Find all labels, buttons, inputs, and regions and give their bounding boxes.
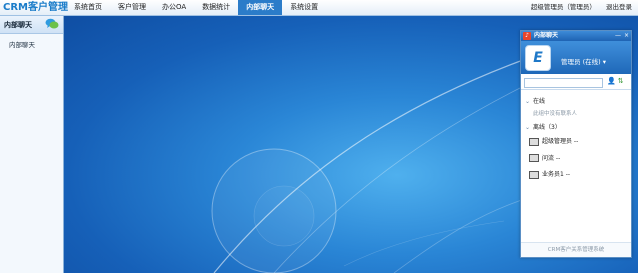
- nav-item-internal-chat[interactable]: 内部聊天: [238, 0, 283, 15]
- user-offline-icon: [529, 137, 539, 146]
- chat-window-title: 内部聊天: [534, 32, 559, 39]
- current-user-link[interactable]: 超级管理员（管理员）: [531, 3, 596, 11]
- chat-window: ♪ 内部聊天 — × E 管理员 (在线) ▾ 👤 ⇅ ⌄ 在线 此组中没有联系人 ⌄…: [520, 30, 632, 258]
- nav-item-customers[interactable]: 客户管理: [110, 0, 154, 15]
- nav-item-home[interactable]: 系统首页: [66, 0, 110, 15]
- chat-title-bar[interactable]: ♪ 内部聊天 — ×: [521, 31, 631, 41]
- close-icon[interactable]: ×: [624, 32, 629, 39]
- group-online-label: 在线: [533, 98, 546, 105]
- divider: [521, 89, 631, 90]
- add-contact-icon[interactable]: 👤: [607, 77, 616, 85]
- minimize-icon[interactable]: —: [615, 32, 621, 39]
- avatar[interactable]: E: [525, 45, 551, 71]
- nav-item-statistics[interactable]: 数据统计: [194, 0, 238, 15]
- chat-tools: 👤 ⇅: [605, 77, 624, 85]
- sidebar-header: 内部聊天: [0, 16, 63, 34]
- main-nav: 系统首页 客户管理 办公OA 数据统计 内部聊天 系统设置: [66, 0, 326, 15]
- chat-user-name-text: 管理员: [561, 58, 581, 66]
- member-name: 问流 --: [542, 154, 561, 162]
- sidebar: 内部聊天 内部聊天: [0, 16, 64, 273]
- sidebar-title: 内部聊天: [4, 21, 32, 29]
- chat-profile: E 管理员 (在线) ▾: [521, 41, 631, 74]
- list-item[interactable]: 问流 --: [521, 148, 631, 165]
- sort-icon[interactable]: ⇅: [618, 77, 624, 85]
- user-offline-icon: [529, 154, 539, 162]
- chevron-down-icon: ⌄: [525, 124, 531, 131]
- list-item[interactable]: 业务员1 --: [521, 164, 631, 181]
- empty-group-note: 此组中没有联系人: [533, 111, 578, 117]
- list-item[interactable]: 超级管理员 --: [521, 131, 631, 148]
- user-offline-icon: [529, 170, 539, 179]
- chevron-down-icon[interactable]: ▾: [603, 58, 606, 66]
- logout-link[interactable]: 退出登录: [606, 3, 632, 11]
- user-area: 超级管理员（管理员） 退出登录: [523, 0, 632, 15]
- contact-search-input[interactable]: [524, 78, 603, 88]
- group-offline[interactable]: ⌄ 离线（3）: [521, 119, 631, 131]
- chat-app-icon: ♪: [523, 32, 531, 40]
- contact-list: ⌄ 在线 此组中没有联系人 ⌄ 离线（3） 超级管理员 -- 问流 -- 业务员1 …: [521, 93, 631, 181]
- chevron-down-icon: ⌄: [525, 98, 531, 105]
- nav-item-office-oa[interactable]: 办公OA: [154, 0, 194, 15]
- chat-user-name[interactable]: 管理员 (在线) ▾: [561, 56, 606, 66]
- member-name: 超级管理员 --: [542, 138, 579, 145]
- app-logo: CRM客户管理: [3, 2, 68, 13]
- top-bar: CRM客户管理 系统首页 客户管理 办公OA 数据统计 内部聊天 系统设置 超级…: [0, 0, 638, 16]
- chat-footer: CRM客户关系管理系统: [521, 242, 631, 257]
- group-offline-label: 离线（3）: [533, 124, 561, 131]
- chat-user-status: (在线): [582, 58, 601, 66]
- window-controls: — ×: [612, 31, 629, 41]
- member-name: 业务员1 --: [542, 171, 571, 178]
- group-online[interactable]: ⌄ 在线: [521, 93, 631, 105]
- chat-bubbles-icon: [45, 18, 59, 29]
- sidebar-item-internal-chat[interactable]: 内部聊天: [0, 34, 63, 49]
- nav-item-settings[interactable]: 系统设置: [282, 0, 326, 15]
- avatar-letter: E: [533, 50, 543, 66]
